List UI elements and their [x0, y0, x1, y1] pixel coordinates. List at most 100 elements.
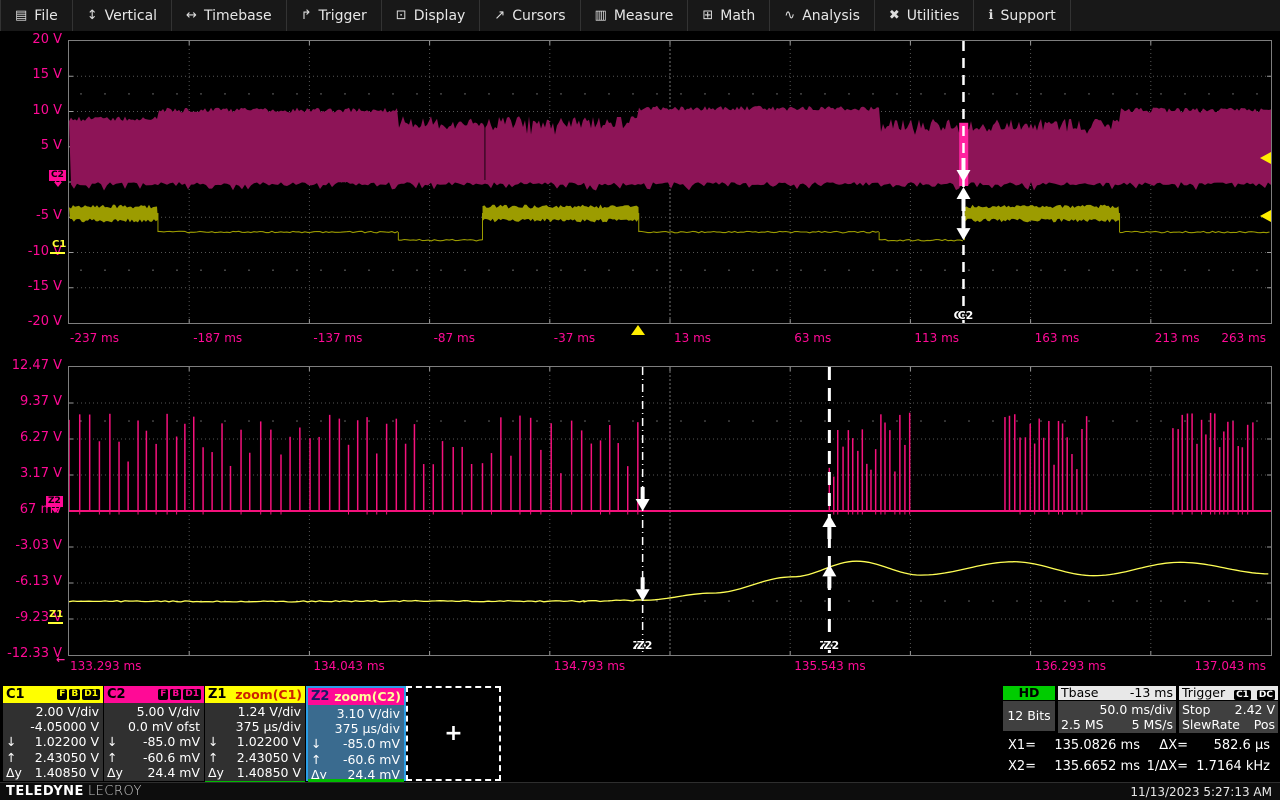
- trace-descriptor-z1[interactable]: Z1zoom(C1)1.24 V/div375 µs/div↓1.02200 V…: [205, 686, 305, 781]
- descriptor-row: Δy1.40850 V: [205, 765, 305, 780]
- main-timebase-grid[interactable]: C1C2: [68, 40, 1272, 324]
- axis-tick-label: 136.293 ms: [1035, 659, 1106, 673]
- menu-item-label: Analysis: [802, 8, 860, 24]
- menu-item-label: File: [34, 8, 57, 24]
- trigger-slope: Pos: [1240, 717, 1275, 732]
- descriptor-row-value: 3.10 V/div: [326, 706, 404, 721]
- descriptor-row: ↓-85.0 mV: [308, 736, 404, 751]
- zoom-grid[interactable]: Z1Z2Z1Z2: [68, 366, 1272, 656]
- tbase-rate: 5 MS/s: [1104, 717, 1173, 732]
- tbase-samples: 2.5 MS: [1061, 717, 1104, 732]
- dx-label: ΔX=: [1140, 738, 1192, 753]
- menu-item-utilities[interactable]: ✖ Utilities: [875, 0, 975, 31]
- trace-name: Z1: [208, 687, 226, 702]
- descriptor-row: Δy24.4 mV: [104, 765, 204, 780]
- descriptor-header: C2FBD1: [104, 686, 204, 703]
- svg-text:Z2: Z2: [637, 639, 653, 652]
- hd-bits: 12 Bits: [1003, 701, 1055, 731]
- descriptor-row-symbol: [308, 706, 326, 721]
- descriptor-row: 375 µs/div: [205, 719, 305, 734]
- tbase-label: Tbase: [1061, 686, 1098, 700]
- menu-item-file[interactable]: ▤ File: [0, 0, 73, 31]
- descriptor-row-value: -60.6 mV: [326, 752, 404, 767]
- menu-item-vertical[interactable]: ↕Vertical: [73, 0, 172, 31]
- utilities-icon: ✖: [889, 8, 900, 23]
- menu-item-cursors[interactable]: ↗Cursors: [480, 0, 580, 31]
- analysis-icon: ∿: [784, 8, 795, 23]
- descriptor-badge-f: F: [57, 689, 67, 700]
- menu-item-label: Cursors: [512, 8, 565, 24]
- axis-tick-label: -87 ms: [434, 331, 475, 345]
- cursor-readout-line1: X1= 135.0826 ms ΔX= 582.6 µs: [1008, 738, 1274, 753]
- status-bar: TELEDYNELECROY 11/13/2023 5:27:13 AM: [0, 782, 1280, 800]
- descriptor-row-symbol: [205, 704, 223, 719]
- axis-tick-label: -237 ms: [70, 331, 119, 345]
- zoom-waveform-svg[interactable]: Z1Z2Z1Z2: [69, 367, 1271, 655]
- z1-trace-marker-underline: [48, 622, 63, 624]
- descriptor-row-symbol: ↓: [308, 736, 326, 751]
- axis-tick-label: 133.293 ms: [70, 659, 141, 673]
- descriptor-header: C1FBD1: [3, 686, 103, 703]
- descriptor-row-value: 1.40850 V: [21, 765, 103, 780]
- menu-item-measure[interactable]: ▥Measure: [581, 0, 689, 31]
- descriptor-row: 0.0 mV ofst: [104, 719, 204, 734]
- axis-tick-label: 5 V: [4, 138, 62, 153]
- menu-item-label: Display: [414, 8, 466, 24]
- brand-logo: TELEDYNELECROY: [6, 784, 142, 799]
- c2-trace-marker[interactable]: C2: [49, 170, 66, 181]
- empty-trace-slot[interactable]: +: [406, 686, 501, 781]
- descriptor-badge-d1: D1: [183, 689, 201, 700]
- descriptor-row: 5.00 V/div: [104, 704, 204, 719]
- file-icon: ▤: [15, 8, 27, 23]
- descriptor-row-symbol: ↑: [205, 750, 223, 765]
- descriptor-row-value: 24.4 mV: [122, 765, 204, 780]
- descriptor-row-value: -85.0 mV: [326, 736, 404, 751]
- descriptor-row: 1.24 V/div: [205, 704, 305, 719]
- descriptor-row-value: -60.6 mV: [122, 750, 204, 765]
- c1-trace-marker[interactable]: C1: [52, 239, 66, 250]
- menu-item-label: Vertical: [105, 8, 157, 24]
- trigger-box[interactable]: Trigger C1 DC Stop 2.42 V SlewRate Pos: [1179, 686, 1278, 733]
- z2-trace-marker[interactable]: Z2: [46, 496, 63, 507]
- main-waveform-svg[interactable]: C1C2: [69, 41, 1271, 323]
- hd-mode-box[interactable]: HD 12 Bits: [1003, 686, 1055, 731]
- menu-item-analysis[interactable]: ∿ Analysis: [770, 0, 875, 31]
- descriptor-row: ↑-60.6 mV: [308, 752, 404, 767]
- descriptor-row-symbol: [308, 721, 326, 736]
- menu-item-support[interactable]: ℹSupport: [974, 0, 1070, 31]
- descriptor-row: ↑2.43050 V: [3, 750, 103, 765]
- menu-item-display[interactable]: ⊡Display: [382, 0, 481, 31]
- menu-item-label: Utilities: [907, 8, 960, 24]
- axis-tick-label: 15 V: [4, 67, 62, 82]
- axis-tick-label: 134.793 ms: [554, 659, 625, 673]
- axis-tick-label: 263 ms: [1221, 331, 1266, 345]
- trigger-coupling-badge: DC: [1257, 690, 1275, 700]
- axis-tick-label: 163 ms: [1035, 331, 1080, 345]
- descriptor-row: 3.10 V/div: [308, 706, 404, 721]
- menu-item-math[interactable]: ⊞Math: [688, 0, 770, 31]
- trigger-position-marker[interactable]: [631, 325, 645, 335]
- add-trace-plus: +: [444, 721, 462, 746]
- axis-tick-label: 134.043 ms: [313, 659, 384, 673]
- math-icon: ⊞: [702, 8, 713, 23]
- descriptor-row-value: 1.02200 V: [223, 734, 305, 749]
- trace-descriptor-z2[interactable]: Z2zoom(C2)3.10 V/div375 µs/div↓-85.0 mV↑…: [306, 686, 406, 781]
- axis-tick-label: 10 V: [4, 103, 62, 118]
- menu-item-trigger[interactable]: ↱Trigger: [287, 0, 382, 31]
- pan-left-arrow[interactable]: ←: [56, 653, 65, 666]
- axis-tick-label: 13 ms: [674, 331, 711, 345]
- trace-descriptor-c2[interactable]: C2FBD15.00 V/div0.0 mV ofst↓-85.0 mV↑-60…: [104, 686, 204, 781]
- descriptor-row-value: 1.40850 V: [223, 765, 305, 780]
- timebase-box[interactable]: Tbase -13 ms 50.0 ms/div 2.5 MS 5 MS/s: [1058, 686, 1176, 733]
- trace-descriptor-c1[interactable]: C1FBD12.00 V/div-4.05000 V↓1.02200 V↑2.4…: [3, 686, 103, 781]
- x1-label: X1=: [1008, 738, 1044, 753]
- axis-tick-label: -12.33 V: [4, 646, 62, 661]
- axis-tick-label: -6.13 V: [4, 574, 62, 589]
- z1-trace-marker[interactable]: Z1: [49, 609, 63, 620]
- descriptor-row-value: 5.00 V/div: [122, 704, 204, 719]
- descriptor-row-value: -4.05000 V: [21, 719, 103, 734]
- descriptor-row-symbol: ↓: [3, 734, 21, 749]
- descriptor-row-value: 2.00 V/div: [21, 704, 103, 719]
- descriptor-row: -4.05000 V: [3, 719, 103, 734]
- menu-item-timebase[interactable]: ↔Timebase: [172, 0, 287, 31]
